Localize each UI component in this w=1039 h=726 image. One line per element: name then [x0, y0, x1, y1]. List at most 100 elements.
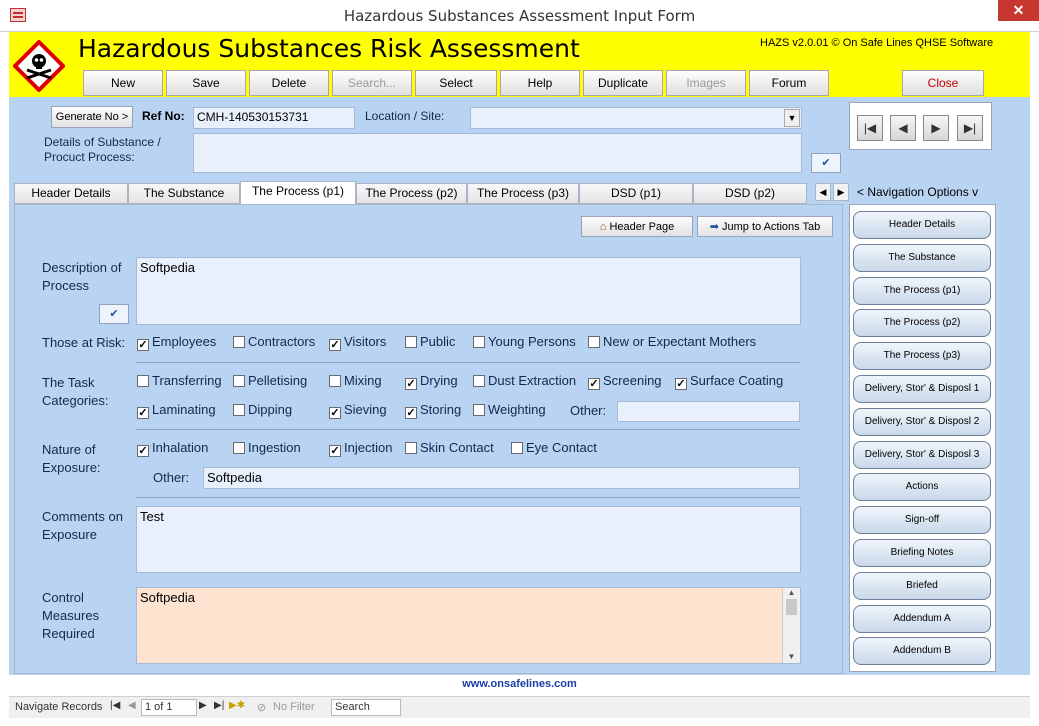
at-risk-checkbox[interactable]: Contractors: [233, 334, 315, 350]
side-nav-item[interactable]: Addendum B: [853, 637, 991, 666]
header-page-button[interactable]: ⌂ Header Page: [581, 216, 693, 237]
checkbox[interactable]: ✓: [329, 407, 341, 419]
tab-the-process-p3[interactable]: The Process (p3): [467, 183, 579, 204]
new-record-icon[interactable]: ▶✱: [229, 700, 245, 711]
side-nav-item[interactable]: Delivery, Stor' & Disposl 3: [853, 440, 991, 469]
tab-the-process-p1[interactable]: The Process (p1): [240, 181, 356, 204]
ref-no-field[interactable]: CMH-140530153731: [193, 107, 355, 129]
first-record-button[interactable]: |◀: [857, 115, 883, 141]
task-checkbox[interactable]: ✓ Sieving: [329, 402, 387, 419]
tab-dsd-p1[interactable]: DSD (p1): [579, 183, 693, 204]
save-button[interactable]: Save: [166, 70, 246, 96]
delete-button[interactable]: Delete: [249, 70, 329, 96]
checkbox[interactable]: [233, 375, 245, 387]
search-button[interactable]: Search...: [332, 70, 412, 96]
new-button[interactable]: New: [83, 70, 163, 96]
side-nav-item[interactable]: The Process (p1): [853, 276, 991, 305]
tab-the-substance[interactable]: The Substance: [128, 183, 240, 204]
side-nav-item[interactable]: The Substance: [853, 243, 991, 272]
location-select[interactable]: [470, 107, 802, 129]
exposure-other-field[interactable]: Softpedia: [203, 467, 800, 489]
next-record-button[interactable]: ▶: [923, 115, 949, 141]
record-search-input[interactable]: Search: [331, 699, 401, 716]
task-checkbox[interactable]: ✓ Laminating: [137, 402, 216, 419]
tab-header-details[interactable]: Header Details: [14, 183, 128, 204]
exposure-checkbox[interactable]: ✓ Injection: [329, 440, 392, 457]
side-nav-item[interactable]: Briefing Notes: [853, 539, 991, 567]
no-filter-label[interactable]: No Filter: [273, 701, 315, 713]
side-nav-item[interactable]: Delivery, Stor' & Disposl 2: [853, 407, 991, 436]
side-nav-item[interactable]: The Process (p2): [853, 309, 991, 338]
checkbox[interactable]: [473, 336, 485, 348]
checkbox[interactable]: ✓: [405, 407, 417, 419]
scroll-up-icon[interactable]: ▲: [783, 588, 800, 597]
side-nav-item[interactable]: Sign-off: [853, 506, 991, 535]
checkbox[interactable]: [588, 336, 600, 348]
checkbox[interactable]: [405, 442, 417, 454]
task-checkbox[interactable]: ✓ Surface Coating: [675, 373, 783, 390]
checkbox[interactable]: [511, 442, 523, 454]
task-checkbox[interactable]: Mixing: [329, 373, 382, 389]
website-link[interactable]: www.onsafelines.com: [9, 675, 1030, 695]
comments-field[interactable]: Test: [136, 506, 801, 573]
forum-button[interactable]: Forum: [749, 70, 829, 96]
side-nav-item[interactable]: Briefed: [853, 571, 991, 600]
checkbox[interactable]: ✓: [405, 378, 417, 390]
checkbox[interactable]: ✓: [137, 407, 149, 419]
select-button[interactable]: Select: [415, 70, 497, 96]
task-checkbox[interactable]: ✓ Drying: [405, 373, 458, 390]
checkbox[interactable]: [329, 375, 341, 387]
task-checkbox[interactable]: Dust Extraction: [473, 373, 576, 389]
tab-dsd-p2[interactable]: DSD (p2): [693, 183, 807, 204]
checkbox[interactable]: ✓: [137, 445, 149, 457]
at-risk-checkbox[interactable]: ✓ Visitors: [329, 334, 386, 351]
task-other-field[interactable]: [617, 401, 800, 422]
exposure-checkbox[interactable]: ✓ Inhalation: [137, 440, 208, 457]
side-nav-item[interactable]: The Process (p3): [853, 342, 991, 371]
checkbox[interactable]: ✓: [329, 445, 341, 457]
checkbox[interactable]: [233, 404, 245, 416]
tab-scroll-left-icon[interactable]: ◀: [815, 183, 831, 201]
scroll-down-icon[interactable]: ▼: [783, 652, 800, 661]
tab-the-process-p2[interactable]: The Process (p2): [356, 183, 467, 204]
checkbox[interactable]: [473, 404, 485, 416]
prev-record-icon[interactable]: ◀: [128, 700, 136, 711]
side-nav-item[interactable]: Header Details: [853, 211, 991, 239]
spellcheck-icon[interactable]: ✔: [99, 304, 129, 324]
at-risk-checkbox[interactable]: ✓ Employees: [137, 334, 216, 351]
next-record-icon[interactable]: ▶: [199, 700, 207, 711]
window-close-button[interactable]: ✕: [998, 0, 1039, 21]
control-measures-field[interactable]: Softpedia: [136, 587, 801, 664]
jump-to-actions-button[interactable]: ➡ Jump to Actions Tab: [697, 216, 833, 237]
generate-number-button[interactable]: Generate No >: [51, 106, 133, 128]
duplicate-button[interactable]: Duplicate: [583, 70, 663, 96]
details-field[interactable]: [193, 133, 802, 173]
close-button[interactable]: Close: [902, 70, 984, 96]
spellcheck-icon[interactable]: ✔: [811, 153, 841, 173]
task-checkbox[interactable]: Transferring: [137, 373, 222, 389]
first-record-icon[interactable]: |◀: [110, 700, 120, 711]
side-nav-item[interactable]: Delivery, Stor' & Disposl 1: [853, 375, 991, 403]
scrollbar-thumb[interactable]: [786, 599, 797, 615]
chevron-down-icon[interactable]: ▼: [784, 109, 800, 127]
side-nav-item[interactable]: Actions: [853, 473, 991, 502]
tab-scroll-right-icon[interactable]: ▶: [833, 183, 849, 201]
checkbox[interactable]: [233, 336, 245, 348]
exposure-checkbox[interactable]: Eye Contact: [511, 440, 597, 456]
help-button[interactable]: Help: [500, 70, 580, 96]
exposure-checkbox[interactable]: Ingestion: [233, 440, 301, 456]
task-checkbox[interactable]: ✓ Storing: [405, 402, 461, 419]
task-checkbox[interactable]: ✓ Screening: [588, 373, 662, 390]
task-checkbox[interactable]: Pelletising: [233, 373, 307, 389]
side-nav-item[interactable]: Addendum A: [853, 604, 991, 633]
last-record-button[interactable]: ▶|: [957, 115, 983, 141]
images-button[interactable]: Images: [666, 70, 746, 96]
last-record-icon[interactable]: ▶|: [214, 700, 224, 711]
checkbox[interactable]: [405, 336, 417, 348]
checkbox[interactable]: ✓: [675, 378, 687, 390]
checkbox[interactable]: [233, 442, 245, 454]
task-checkbox[interactable]: Dipping: [233, 402, 292, 418]
exposure-checkbox[interactable]: Skin Contact: [405, 440, 494, 456]
control-measures-scrollbar[interactable]: ▲ ▼: [782, 588, 800, 663]
checkbox[interactable]: [473, 375, 485, 387]
